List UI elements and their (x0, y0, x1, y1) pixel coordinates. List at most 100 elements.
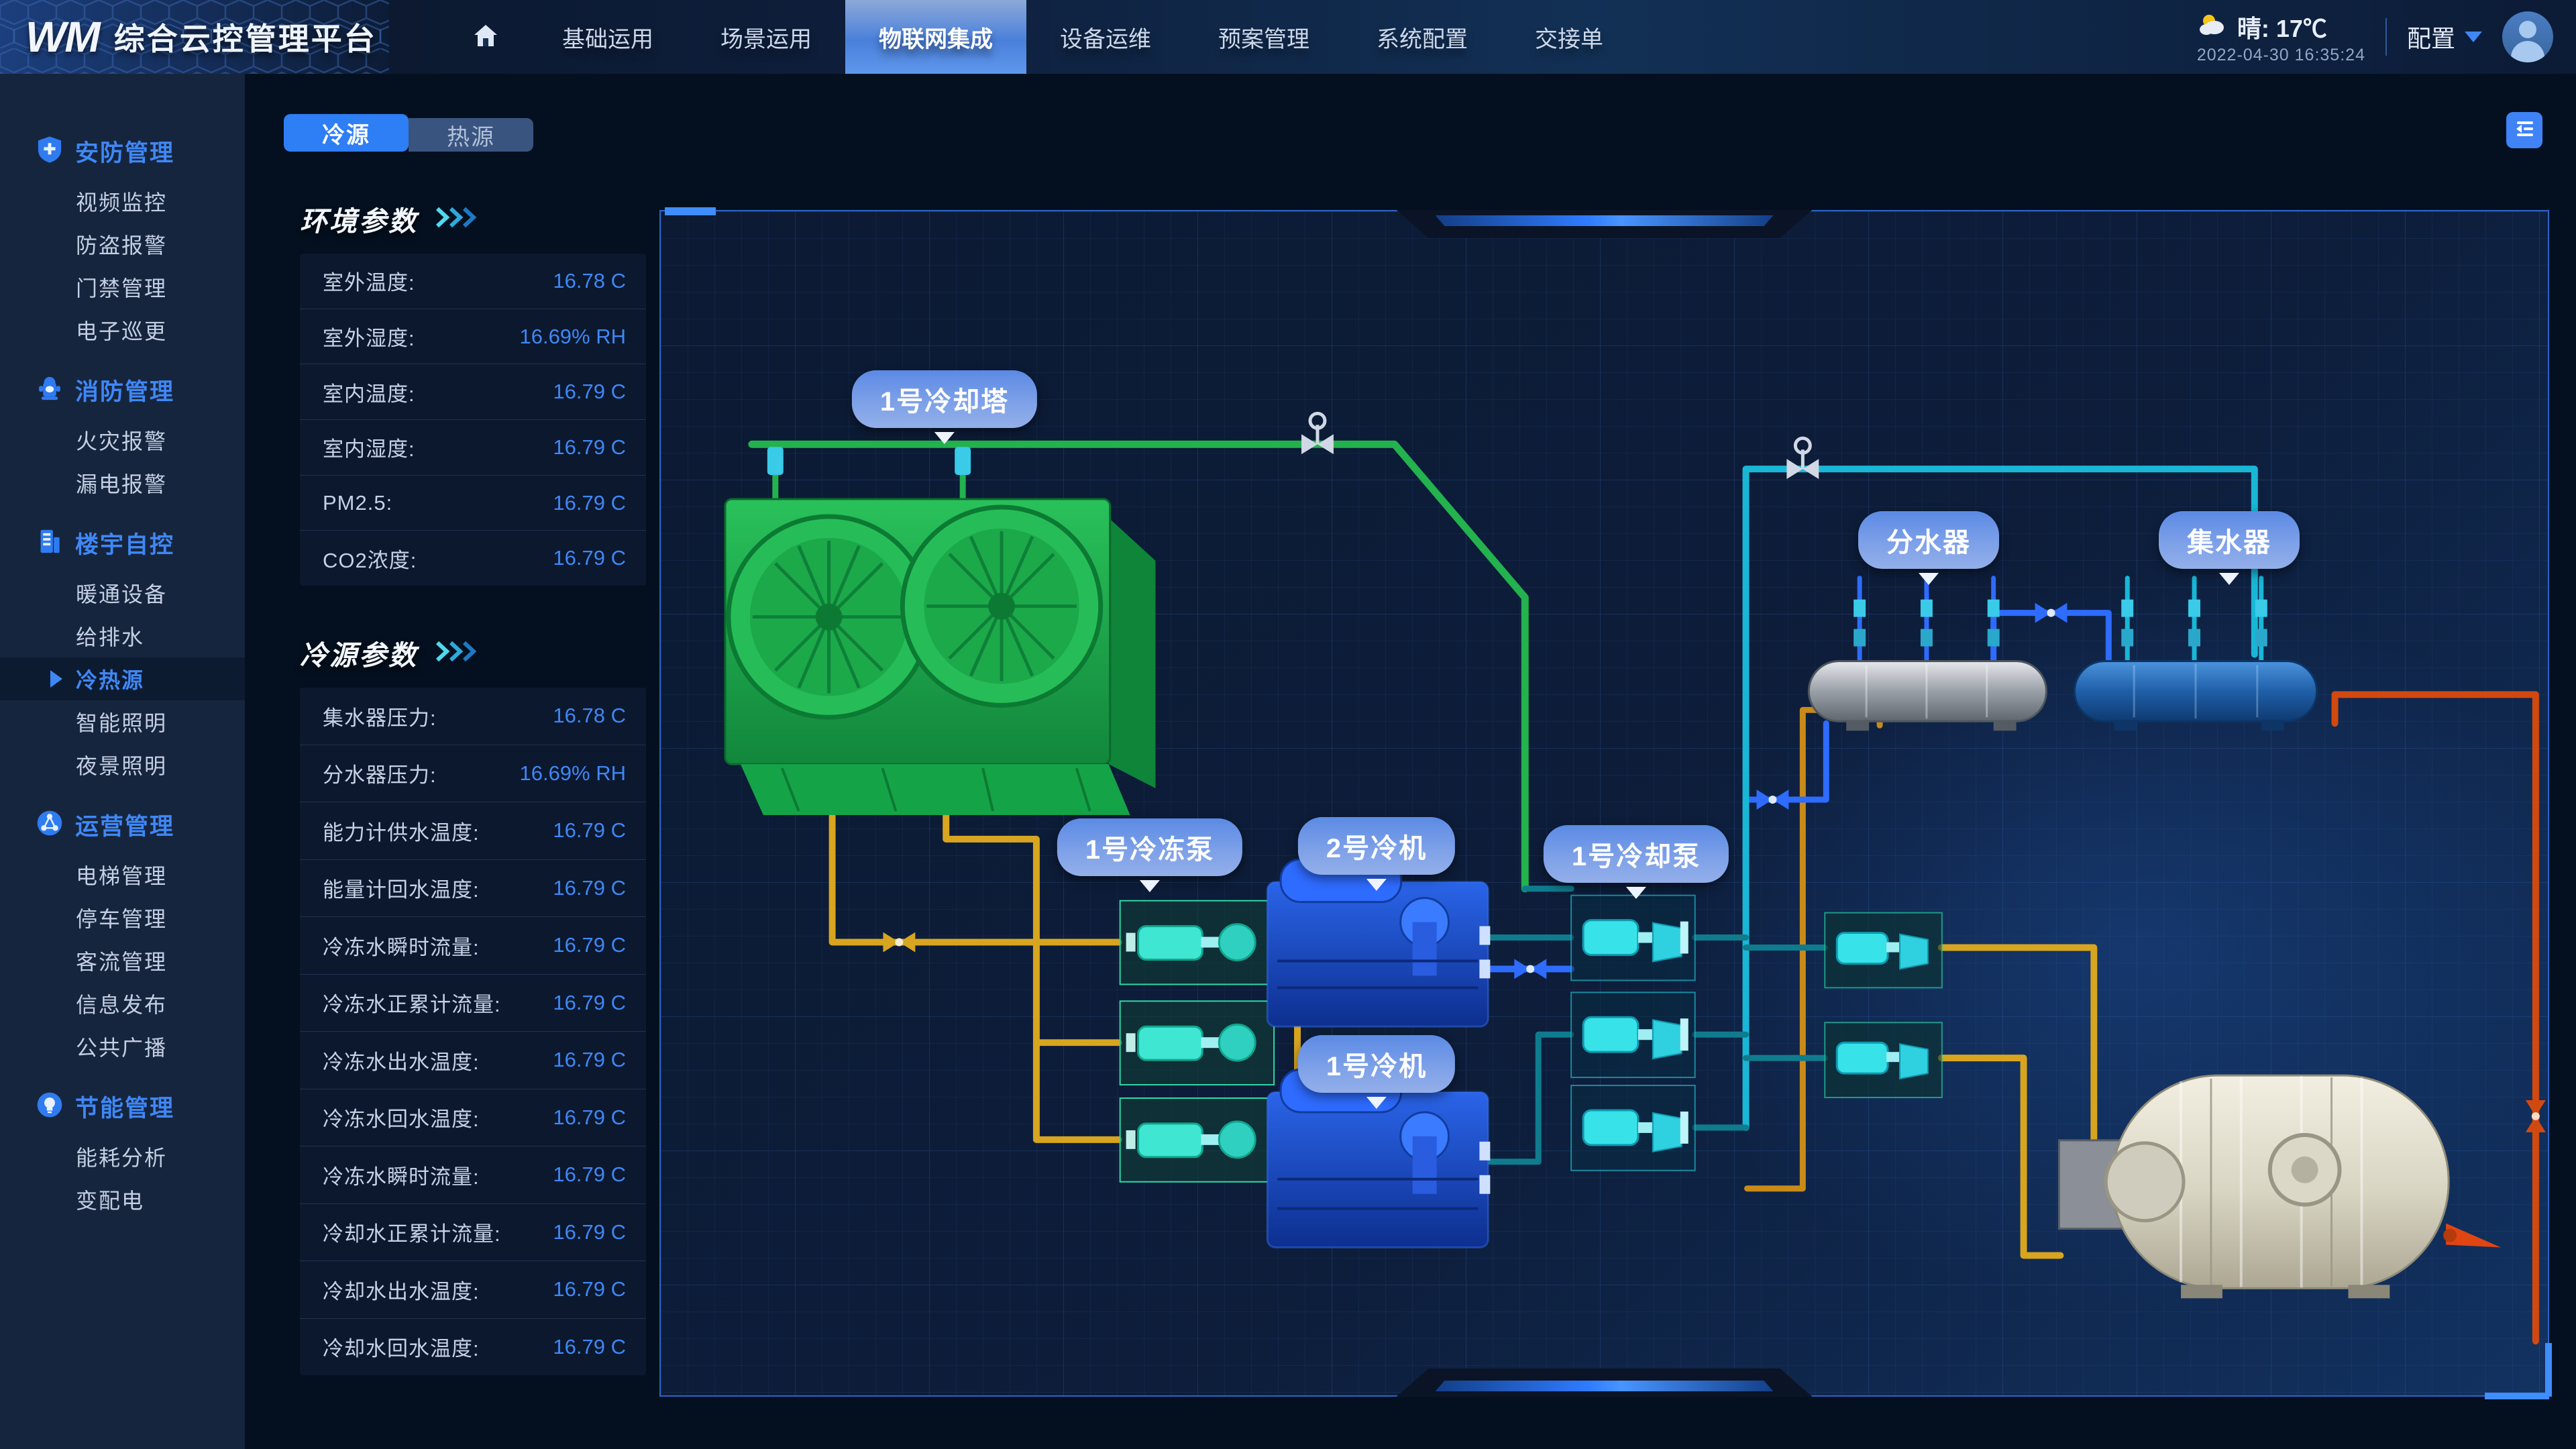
param-value: 16.79 C (553, 435, 626, 460)
nav-home[interactable] (443, 0, 529, 74)
equipment-label-分水器[interactable]: 分水器 (1858, 511, 1999, 569)
nav-item-场景运用[interactable]: 场景运用 (687, 0, 845, 74)
param-value: 16.79 C (553, 1163, 626, 1187)
param-row: 室内温度:16.79 C (300, 364, 646, 420)
sidebar-item-门禁管理[interactable]: 门禁管理 (0, 266, 245, 309)
param-label: 冷冻水瞬时流量: (323, 930, 480, 961)
param-value: 16.79 C (553, 380, 626, 404)
tab-冷源[interactable]: 冷源 (284, 114, 409, 152)
cooling-water-pumps (1571, 896, 1695, 1171)
sidebar-group: 安防管理视频监控防盗报警门禁管理电子巡更 (0, 122, 245, 352)
param-label: 能力计供水温度: (323, 816, 480, 846)
param-value: 16.79 C (553, 1335, 626, 1359)
param-label: 室外温度: (323, 266, 415, 296)
sidebar-item-label: 停车管理 (76, 902, 167, 933)
param-label: 室内湿度: (323, 432, 415, 462)
param-value: 16.78 C (553, 704, 626, 728)
param-label: CO2浓度: (323, 543, 417, 574)
param-value: 16.78 C (553, 269, 626, 293)
main-content: 冷源热源 环境参数室外温度: 16.78 C 室外湿度:16.69% RH室内温度:… (245, 74, 2576, 1449)
sidebar-group-运营管理[interactable]: 运营管理 (0, 796, 245, 853)
network-icon (35, 808, 64, 841)
config-dropdown[interactable]: 配置 (2407, 19, 2482, 54)
sidebar-item-暖通设备[interactable]: 暖通设备 (0, 572, 245, 614)
tab-热源[interactable]: 热源 (409, 118, 533, 152)
nav-item-设备运维[interactable]: 设备运维 (1026, 0, 1185, 74)
chiller-1 (1267, 1069, 1490, 1247)
param-value: 16.79 C (553, 491, 626, 515)
sidebar-item-漏电报警[interactable]: 漏电报警 (0, 462, 245, 504)
sidebar-item-客流管理[interactable]: 客流管理 (0, 939, 245, 982)
sidebar-item-夜景照明[interactable]: 夜景照明 (0, 743, 245, 786)
sidebar-item-火灾报警[interactable]: 火灾报警 (0, 419, 245, 462)
sidebar-item-电梯管理[interactable]: 电梯管理 (0, 853, 245, 896)
sidebar-item-防盗报警[interactable]: 防盗报警 (0, 223, 245, 266)
equipment-label-1号冷却泵[interactable]: 1号冷却泵 (1544, 825, 1729, 883)
sidebar-item-冷热源[interactable]: 冷热源 (0, 657, 245, 700)
sidebar-item-label: 电梯管理 (76, 859, 167, 890)
sidebar-item-停车管理[interactable]: 停车管理 (0, 896, 245, 939)
equipment-label-1号冷机[interactable]: 1号冷机 (1298, 1035, 1455, 1093)
sidebar-item-给排水[interactable]: 给排水 (0, 614, 245, 657)
active-arrow-icon (50, 670, 62, 688)
param-value: 16.79 C (553, 1048, 626, 1072)
sidebar-item-信息发布[interactable]: 信息发布 (0, 982, 245, 1025)
param-row: 能力计供水温度:16.79 C (300, 802, 646, 860)
param-row: 冷冻水瞬时流量:16.79 C (300, 917, 646, 975)
weather-widget: 晴: 17℃ 2022-04-30 16:35:24 (2197, 9, 2365, 65)
nav-item-系统配置[interactable]: 系统配置 (1343, 0, 1501, 74)
panel-top-decoration (1397, 210, 1813, 238)
secondary-pumps (1825, 913, 1942, 1097)
cooling-tower (725, 499, 1156, 815)
param-label: 冷却水正累计流量: (323, 1217, 501, 1247)
weather-text: 晴: 17℃ (2237, 9, 2327, 44)
sidebar-item-视频监控[interactable]: 视频监控 (0, 180, 245, 223)
param-row: 室外湿度:16.69% RH (300, 309, 646, 365)
sidebar-item-label: 电子巡更 (76, 315, 167, 345)
panel-bottom-decoration (1397, 1368, 1813, 1397)
param-row: 分水器压力:16.69% RH (300, 745, 646, 803)
param-row: 冷冻水正累计流量:16.79 C (300, 975, 646, 1032)
logo-mark: WM (25, 12, 99, 62)
equipment-label-2号冷机[interactable]: 2号冷机 (1298, 817, 1455, 875)
param-value: 16.79 C (553, 1106, 626, 1130)
param-label: 冷却水回水温度: (323, 1332, 480, 1362)
sidebar-group-楼宇自控[interactable]: 楼宇自控 (0, 514, 245, 572)
nav-item-基础运用[interactable]: 基础运用 (529, 0, 687, 74)
sidebar-item-能耗分析[interactable]: 能耗分析 (0, 1135, 245, 1178)
sidebar-item-label: 门禁管理 (76, 272, 167, 303)
sidebar-group: 楼宇自控暖通设备给排水冷热源智能照明夜景照明 (0, 514, 245, 786)
parameter-panel: 冷源热源 环境参数室外温度: 16.78 C 室外湿度:16.69% RH室内温度:… (284, 114, 649, 1375)
section-title-text: 环境参数 (300, 199, 418, 239)
param-row: 冷却水出水温度:16.79 C (300, 1261, 646, 1319)
sidebar-item-变配电[interactable]: 变配电 (0, 1178, 245, 1221)
nav-item-预案管理[interactable]: 预案管理 (1185, 0, 1343, 74)
topbar-right: 晴: 17℃ 2022-04-30 16:35:24 配置 (2197, 0, 2553, 74)
param-value: 16.79 C (553, 546, 626, 570)
sidebar: 安防管理视频监控防盗报警门禁管理电子巡更消防管理火灾报警漏电报警楼宇自控暖通设备… (0, 74, 245, 1449)
sidebar-group-安防管理[interactable]: 安防管理 (0, 122, 245, 180)
param-label: PM2.5: (323, 491, 392, 515)
nav-item-物联网集成[interactable]: 物联网集成 (845, 0, 1026, 74)
bulb-icon (35, 1090, 64, 1123)
equipment-label-集水器[interactable]: 集水器 (2159, 511, 2300, 569)
equipment-label-1号冷却塔[interactable]: 1号冷却塔 (852, 370, 1037, 428)
equipment-label-1号冷冻泵[interactable]: 1号冷冻泵 (1057, 818, 1242, 876)
avatar[interactable] (2502, 11, 2553, 62)
panel-corner-accent (665, 207, 716, 215)
sidebar-group-label: 安防管理 (75, 134, 174, 168)
param-row: PM2.5: 16.79 C (300, 476, 646, 531)
app-root: WM 综合云控管理平台 基础运用场景运用物联网集成设备运维预案管理系统配置交接单 (0, 0, 2576, 1449)
sidebar-item-智能照明[interactable]: 智能照明 (0, 700, 245, 743)
collapse-panel-button[interactable] (2506, 112, 2542, 148)
sidebar-group-label: 节能管理 (75, 1089, 174, 1124)
sidebar-group-节能管理[interactable]: 节能管理 (0, 1077, 245, 1135)
sidebar-item-公共广播[interactable]: 公共广播 (0, 1025, 245, 1068)
param-row: 室外温度: 16.78 C (300, 254, 646, 309)
sidebar-item-label: 智能照明 (76, 706, 167, 737)
storage-tank (2059, 1075, 2501, 1298)
param-label: 冷冻水正累计流量: (323, 987, 501, 1018)
nav-item-交接单[interactable]: 交接单 (1501, 0, 1637, 74)
sidebar-group-消防管理[interactable]: 消防管理 (0, 361, 245, 419)
sidebar-item-电子巡更[interactable]: 电子巡更 (0, 309, 245, 352)
